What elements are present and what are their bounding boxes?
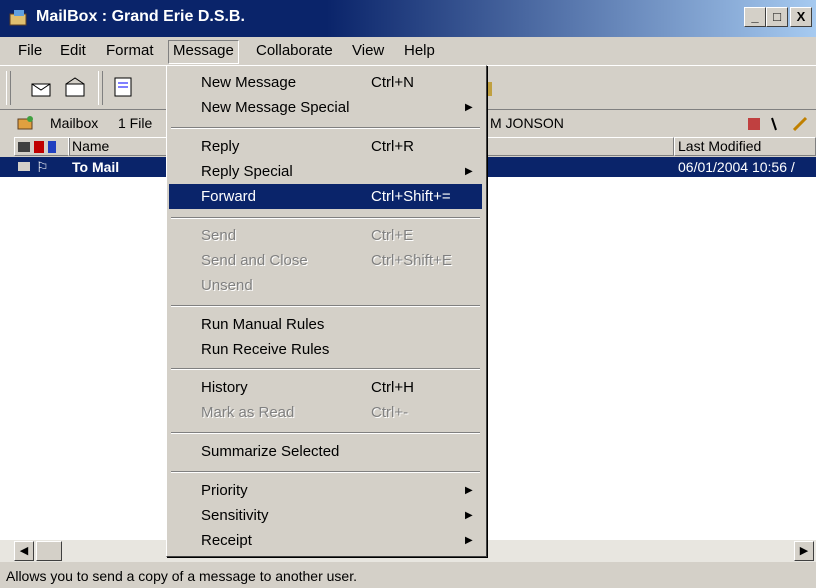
menu-collaborate[interactable]: Collaborate	[252, 40, 337, 62]
menu-send[interactable]: Send Ctrl+E	[169, 223, 482, 248]
close-button[interactable]: X	[790, 7, 812, 27]
message-menu-dropdown: New Message Ctrl+N New Message Special ▶…	[166, 65, 487, 557]
type-column-icon	[18, 142, 30, 153]
menu-message[interactable]: Message	[168, 40, 239, 64]
location-count: 1 File	[118, 115, 153, 131]
sensitivity-label: Sensitivity	[201, 507, 269, 524]
menu-separator	[171, 368, 480, 370]
menu-view[interactable]: View	[348, 40, 388, 62]
document-icon[interactable]	[112, 76, 136, 100]
menu-separator	[171, 127, 480, 129]
send-close-label: Send and Close	[201, 252, 308, 269]
toolbar-grip[interactable]	[6, 71, 11, 105]
flag-column-icon	[33, 141, 44, 154]
flag-icon: ⚐	[36, 159, 49, 175]
minimize-button[interactable]: _	[744, 7, 766, 27]
forward-label: Forward	[201, 188, 257, 205]
submenu-arrow-icon: ▶	[465, 485, 473, 496]
attachment-column-icon	[47, 141, 56, 154]
menu-new-message-special[interactable]: New Message Special ▶	[169, 95, 482, 120]
run-manual-label: Run Manual Rules	[201, 316, 325, 333]
location-owner: M JONSON	[490, 115, 564, 131]
new-message-shortcut: Ctrl+N	[371, 74, 414, 91]
menu-separator	[171, 217, 480, 219]
mark-read-label: Mark as Read	[201, 404, 295, 421]
menu-sensitivity[interactable]: Sensitivity ▶	[169, 503, 482, 528]
menu-separator	[171, 471, 480, 473]
unsend-label: Unsend	[201, 277, 253, 294]
window-title: MailBox : Grand Erie D.S.B.	[36, 8, 245, 25]
mailbox-app-icon	[8, 8, 30, 28]
row-name: To Mail	[72, 159, 120, 175]
menu-new-message[interactable]: New Message Ctrl+N	[169, 70, 482, 95]
menu-separator	[171, 432, 480, 434]
menu-unsend[interactable]: Unsend	[169, 273, 482, 298]
menu-reply-special[interactable]: Reply Special ▶	[169, 159, 482, 184]
new-mail-icon[interactable]	[30, 76, 54, 100]
open-mail-icon[interactable]	[64, 74, 88, 100]
maximize-button[interactable]: □	[766, 7, 788, 27]
receipt-label: Receipt	[201, 532, 252, 549]
menu-forward[interactable]: Forward Ctrl+Shift+=	[169, 184, 482, 209]
run-receive-label: Run Receive Rules	[201, 341, 330, 358]
menu-bar: File Edit Format Message Collaborate Vie…	[0, 37, 816, 65]
menu-format[interactable]: Format	[102, 40, 158, 62]
row-last-modified: 06/01/2004 10:56 /	[678, 159, 795, 175]
toolbar-separator	[98, 71, 103, 105]
menu-help[interactable]: Help	[400, 40, 439, 62]
status-bar: Allows you to send a copy of a message t…	[6, 568, 357, 584]
menu-file[interactable]: File	[14, 40, 46, 62]
history-shortcut: Ctrl+H	[371, 379, 414, 396]
priority-label: Priority	[201, 482, 248, 499]
header-last-modified[interactable]: Last Modified	[674, 137, 816, 156]
menu-summarize-selected[interactable]: Summarize Selected	[169, 439, 482, 464]
forward-shortcut: Ctrl+Shift+=	[371, 188, 451, 205]
history-label: History	[201, 379, 248, 396]
menu-receipt[interactable]: Receipt ▶	[169, 528, 482, 553]
mailbox-icon	[16, 114, 36, 132]
submenu-arrow-icon: ▶	[465, 535, 473, 546]
new-message-label: New Message	[201, 74, 297, 91]
submenu-arrow-icon: ▶	[465, 510, 473, 521]
send-label: Send	[201, 227, 237, 244]
scroll-right-button[interactable]: ▶	[794, 541, 814, 561]
scroll-left-button[interactable]: ◀	[14, 541, 34, 561]
scroll-thumb[interactable]	[36, 541, 62, 561]
mail-type-icon	[18, 162, 30, 171]
title-bar: MailBox : Grand Erie D.S.B. _ □ X	[0, 0, 816, 37]
send-close-shortcut: Ctrl+Shift+E	[371, 252, 452, 269]
menu-send-and-close[interactable]: Send and Close Ctrl+Shift+E	[169, 248, 482, 273]
header-icons[interactable]	[14, 137, 70, 156]
menu-reply[interactable]: Reply Ctrl+R	[169, 134, 482, 159]
new-message-special-label: New Message Special	[201, 99, 350, 116]
folder-tools-icon[interactable]	[746, 114, 814, 134]
menu-run-manual-rules[interactable]: Run Manual Rules	[169, 312, 482, 337]
mark-read-shortcut: Ctrl+-	[371, 404, 409, 421]
location-label: Mailbox	[50, 115, 99, 131]
submenu-arrow-icon: ▶	[465, 166, 473, 177]
menu-edit[interactable]: Edit	[56, 40, 90, 62]
menu-priority[interactable]: Priority ▶	[169, 478, 482, 503]
reply-shortcut: Ctrl+R	[371, 138, 414, 155]
send-shortcut: Ctrl+E	[371, 227, 414, 244]
reply-special-label: Reply Special	[201, 163, 293, 180]
summarize-label: Summarize Selected	[201, 443, 340, 460]
menu-history[interactable]: History Ctrl+H	[169, 375, 482, 400]
menu-mark-as-read[interactable]: Mark as Read Ctrl+-	[169, 400, 482, 425]
menu-separator	[171, 305, 480, 307]
menu-run-receive-rules[interactable]: Run Receive Rules	[169, 337, 482, 362]
submenu-arrow-icon: ▶	[465, 102, 473, 113]
reply-label: Reply	[201, 138, 240, 155]
